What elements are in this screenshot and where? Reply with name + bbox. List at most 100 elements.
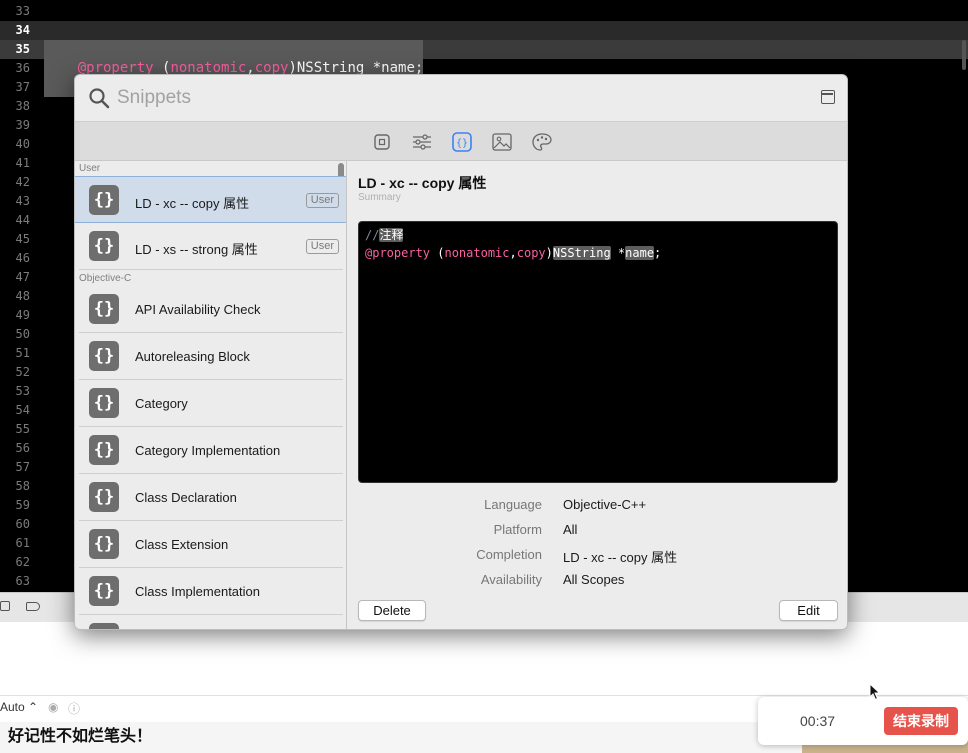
- pointer-star: *: [610, 246, 626, 260]
- line-number: 61: [15, 536, 30, 550]
- list-item[interactable]: {} Class Declaration: [75, 474, 346, 521]
- line-number: 46: [15, 251, 30, 265]
- stop-recording-button[interactable]: 结束录制: [884, 707, 958, 735]
- blog-heading: 好记性不如烂笔头！: [8, 728, 153, 745]
- list-item[interactable]: {} LD - xc -- copy 属性 User: [75, 176, 346, 223]
- code-snippet-icon: {}: [89, 388, 119, 418]
- snippet-list[interactable]: User {} LD - xc -- copy 属性 User {} LD - …: [75, 161, 347, 629]
- line-number: 62: [15, 555, 30, 569]
- paren-close: ): [545, 246, 553, 260]
- snippet-summary: Summary: [358, 192, 401, 203]
- line-number: 45: [15, 232, 30, 246]
- code-snippet-icon: {}: [89, 529, 119, 559]
- line-number: 38: [15, 99, 30, 113]
- line-number: 42: [15, 175, 30, 189]
- eye-icon[interactable]: ◉: [48, 700, 58, 714]
- line-number: 55: [15, 422, 30, 436]
- library-filter-bar: {}: [75, 121, 847, 161]
- line-number: 33: [15, 4, 30, 18]
- section-header-objc: Objective-C: [79, 273, 132, 284]
- debug-toggle-icon[interactable]: [0, 601, 10, 611]
- semicolon: ;: [654, 246, 662, 260]
- list-item[interactable]: {} Class Implementation: [75, 568, 346, 615]
- breakpoint-icon[interactable]: [26, 602, 40, 611]
- line-number-gutter: 33 34 35 36 37 38 39 40 41 42 43 44 45 46 47 48 49 50 51 52…: [0, 0, 36, 592]
- screen-recorder-widget: 00:37 结束录制: [758, 697, 968, 745]
- item-label: LD - xs -- strong 属性: [135, 242, 258, 257]
- completion-value: LD - xc -- copy 属性: [563, 550, 678, 565]
- snippets-library-panel: {} User {} LD - xc -- copy 属性 User {} LD…: [74, 74, 848, 630]
- comment-prefix: //: [365, 228, 380, 242]
- line-number: 41: [15, 156, 30, 170]
- list-item[interactable]: {} Category: [75, 380, 346, 427]
- user-badge: User: [305, 239, 339, 254]
- user-badge: User: [305, 193, 339, 208]
- line-number: 58: [15, 479, 30, 493]
- item-label: Class Extension: [135, 537, 229, 552]
- line-number: 49: [15, 308, 30, 322]
- line-number: 39: [15, 118, 30, 132]
- item-label: Class Declaration: [135, 490, 237, 505]
- line-number: 40: [15, 137, 30, 151]
- code-preview-line-2: @property (nonatomic,copy)NSString *name…: [365, 244, 661, 262]
- search-input[interactable]: [117, 84, 717, 112]
- sidebar-toggle-icon[interactable]: [821, 90, 835, 104]
- item-label: LD - xc -- copy 属性: [135, 196, 250, 211]
- code-snippet-icon: {}: [89, 623, 119, 629]
- info-icon[interactable]: ⓘ: [68, 700, 80, 717]
- platform-label: Platform: [493, 522, 542, 537]
- image-icon[interactable]: [492, 132, 512, 152]
- sliders-icon[interactable]: [412, 132, 432, 152]
- attr-copy: copy: [516, 246, 546, 260]
- line-number: 34: [15, 23, 30, 37]
- line-number: 48: [15, 289, 30, 303]
- platform-value: All: [563, 522, 578, 537]
- search-icon: [89, 88, 110, 109]
- line-number: 36: [15, 61, 30, 75]
- line-number: 51: [15, 346, 30, 360]
- item-label: Category Implementation: [135, 443, 281, 458]
- comment-token: 注释: [379, 228, 404, 242]
- item-label: Autoreleasing Block: [135, 349, 250, 364]
- line-number: 50: [15, 327, 30, 341]
- list-item[interactable]: {} API Availability Check: [75, 286, 346, 333]
- list-item[interactable]: {} Autoreleasing Block: [75, 333, 346, 380]
- editor-scrollbar[interactable]: [962, 40, 966, 70]
- language-label: Language: [484, 497, 542, 512]
- braces-icon[interactable]: {}: [452, 132, 472, 152]
- square-icon[interactable]: [372, 132, 392, 152]
- code-snippet-icon: {}: [89, 482, 119, 512]
- list-item-partial[interactable]: {}: [75, 615, 346, 629]
- paren-open: (: [430, 246, 445, 260]
- comma: ,: [509, 246, 517, 260]
- delete-button[interactable]: Delete: [358, 600, 426, 621]
- list-item[interactable]: {} LD - xs -- strong 属性 User: [75, 223, 346, 270]
- line-number: 35: [15, 42, 30, 56]
- attr-nonatomic: nonatomic: [444, 246, 510, 260]
- recording-timer: 00:37: [800, 713, 836, 729]
- mouse-cursor-icon: [869, 683, 881, 701]
- palette-icon[interactable]: [532, 132, 552, 152]
- snippet-code-preview: //注释 @property (nonatomic,copy)NSString …: [358, 221, 838, 483]
- line-number: 53: [15, 384, 30, 398]
- line-number: 63: [15, 574, 30, 588]
- keyword-property: @property: [365, 246, 431, 260]
- line-number: 43: [15, 194, 30, 208]
- line-number: 37: [15, 80, 30, 94]
- item-label: Category: [135, 396, 188, 411]
- list-item[interactable]: {} Class Extension: [75, 521, 346, 568]
- svg-text:{}: {}: [456, 138, 468, 149]
- edit-button[interactable]: Edit: [779, 600, 838, 621]
- divider: [79, 269, 343, 270]
- availability-value: All Scopes: [563, 572, 625, 587]
- auto-select[interactable]: Auto ⌃: [0, 700, 38, 714]
- line-number: 56: [15, 441, 30, 455]
- line-number: 57: [15, 460, 30, 474]
- line-number: 60: [15, 517, 30, 531]
- availability-label: Availability: [480, 572, 542, 587]
- completion-label: Completion: [476, 547, 542, 562]
- list-item[interactable]: {} Category Implementation: [75, 427, 346, 474]
- code-snippet-icon: {}: [89, 294, 119, 324]
- code-snippet-icon: {}: [89, 341, 119, 371]
- section-header-user: User: [79, 163, 101, 174]
